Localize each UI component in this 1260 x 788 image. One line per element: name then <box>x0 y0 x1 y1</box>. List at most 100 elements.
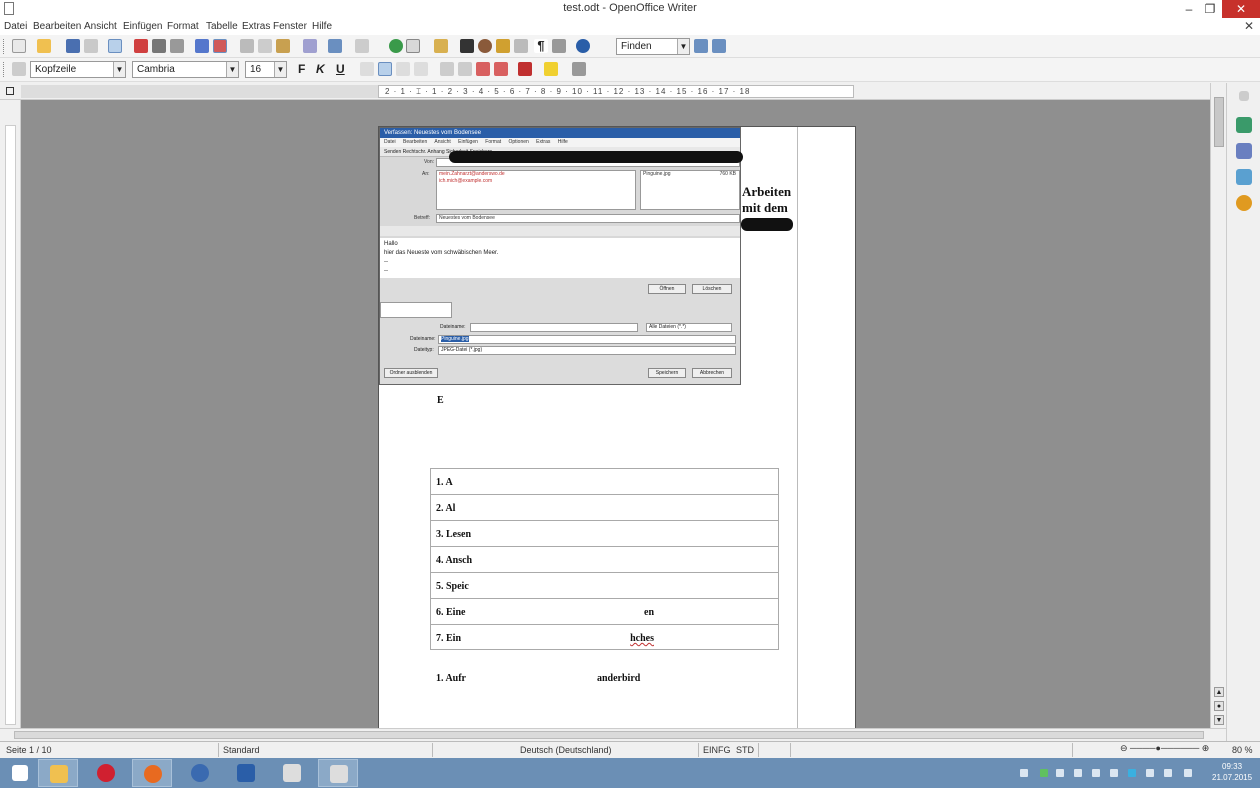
horizontal-scroll-thumb[interactable] <box>14 731 1204 739</box>
volume-icon[interactable] <box>1184 769 1192 777</box>
email-icon[interactable] <box>84 39 98 53</box>
menu-bearbeiten[interactable]: Bearbeiten <box>33 21 81 32</box>
background-color-icon[interactable] <box>572 62 586 76</box>
export-pdf-icon[interactable] <box>134 39 148 53</box>
toolbar-grip-2[interactable] <box>3 62 6 77</box>
highlight-icon[interactable] <box>544 62 558 76</box>
navigator-sidebar-icon[interactable] <box>1236 195 1252 211</box>
close-button[interactable]: ✕ <box>1222 0 1260 18</box>
increase-indent-icon[interactable] <box>494 62 508 76</box>
tab-type-icon[interactable] <box>6 87 14 95</box>
cut-icon[interactable] <box>240 39 254 53</box>
table-icon[interactable] <box>406 39 420 53</box>
embedded-screenshot-image[interactable]: Verfassen: Neuestes vom Bodensee Datei B… <box>379 127 741 385</box>
tray-icon[interactable] <box>1128 769 1136 777</box>
styles-icon[interactable] <box>1236 143 1252 159</box>
properties-icon[interactable] <box>1236 117 1252 133</box>
find-next-icon[interactable] <box>694 39 708 53</box>
vertical-scrollbar[interactable]: ▲ ● ▼ <box>1210 83 1226 728</box>
menu-ansicht[interactable]: Ansicht <box>84 21 117 32</box>
font-name-select[interactable]: Cambria ▼ <box>132 61 239 78</box>
data-sources-icon[interactable] <box>514 39 528 53</box>
toc-row[interactable]: 2. Al <box>430 494 779 520</box>
tray-icon[interactable] <box>1020 769 1028 777</box>
help-icon[interactable] <box>576 39 590 53</box>
taskbar-writer-app[interactable] <box>226 759 266 787</box>
find-dropdown-icon[interactable]: ▼ <box>677 39 689 54</box>
new-document-icon[interactable] <box>12 39 26 53</box>
navigator-icon[interactable] <box>478 39 492 53</box>
toc-row[interactable]: 1. A <box>430 468 779 494</box>
network-icon[interactable] <box>1146 769 1154 777</box>
taskbar-firefox[interactable] <box>132 759 172 787</box>
selection-mode[interactable]: STD <box>736 745 754 755</box>
taskbar-app-red[interactable] <box>86 759 126 787</box>
menu-tabelle[interactable]: Tabelle <box>206 21 238 32</box>
taskbar-thunderbird[interactable] <box>180 759 220 787</box>
decrease-indent-icon[interactable] <box>476 62 490 76</box>
document-workspace[interactable]: Verfassen: Neuestes vom Bodensee Datei B… <box>21 100 1210 728</box>
paragraph-style-dropdown-icon[interactable]: ▼ <box>113 62 125 77</box>
spellcheck-icon[interactable] <box>195 39 209 53</box>
hyperlink-icon[interactable] <box>389 39 403 53</box>
font-size-dropdown-icon[interactable]: ▼ <box>274 62 286 77</box>
document-page[interactable]: Verfassen: Neuestes vom Bodensee Datei B… <box>378 126 856 728</box>
taskbar-document-2[interactable] <box>318 759 358 787</box>
restore-button[interactable]: ❐ <box>1200 0 1220 18</box>
tray-icon[interactable] <box>1110 769 1118 777</box>
save-icon[interactable] <box>66 39 80 53</box>
flag-icon[interactable] <box>1164 769 1172 777</box>
italic-button[interactable]: K <box>316 62 325 76</box>
close-document-icon[interactable]: ✕ <box>1244 19 1254 33</box>
menu-datei[interactable]: Datei <box>4 21 27 32</box>
language-indicator[interactable]: Deutsch (Deutschland) <box>520 745 612 755</box>
tray-icon[interactable] <box>1040 769 1048 777</box>
tray-icon[interactable] <box>1056 769 1064 777</box>
previous-page-button[interactable]: ▲ <box>1214 687 1224 697</box>
align-center-icon[interactable] <box>378 62 392 76</box>
horizontal-scrollbar[interactable] <box>0 728 1226 741</box>
start-button[interactable] <box>0 759 40 787</box>
numbering-icon[interactable] <box>440 62 454 76</box>
taskbar-document-1[interactable] <box>272 759 312 787</box>
edit-mode-icon[interactable] <box>108 39 122 53</box>
underline-button[interactable]: U <box>336 62 345 76</box>
gallery-sidebar-icon[interactable] <box>1236 169 1252 185</box>
zoom-slider[interactable]: ⊖ ────●────── ⊕ <box>1120 743 1209 754</box>
vertical-scroll-thumb[interactable] <box>1214 97 1224 147</box>
styles-formatting-icon[interactable] <box>12 62 26 76</box>
menu-fenster[interactable]: Fenster <box>273 21 307 32</box>
find-previous-icon[interactable] <box>712 39 726 53</box>
align-left-icon[interactable] <box>360 62 374 76</box>
page-indicator[interactable]: Seite 1 / 10 <box>6 745 52 755</box>
tray-icon[interactable] <box>1092 769 1100 777</box>
minimize-button[interactable]: – <box>1178 0 1200 18</box>
zoom-icon[interactable] <box>552 39 566 53</box>
document-heading[interactable]: Arbeiten mit dem <box>742 184 791 216</box>
vertical-ruler[interactable] <box>0 100 21 728</box>
print-icon[interactable] <box>152 39 166 53</box>
find-input[interactable]: Finden ▼ <box>616 38 690 55</box>
zoom-level[interactable]: 80 % <box>1232 745 1253 755</box>
tray-icon[interactable] <box>1074 769 1082 777</box>
find-replace-icon[interactable] <box>460 39 474 53</box>
gallery-icon[interactable] <box>496 39 510 53</box>
sidebar-menu-icon[interactable] <box>1239 91 1249 101</box>
align-right-icon[interactable] <box>396 62 410 76</box>
font-size-select[interactable]: 16 ▼ <box>245 61 287 78</box>
toc-row[interactable]: 3. Lesen <box>430 520 779 546</box>
horizontal-ruler[interactable]: 2 · 1 · ⌶ · 1 · 2 · 3 · 4 · 5 · 6 · 7 · … <box>0 83 1260 100</box>
page-style[interactable]: Standard <box>223 745 260 755</box>
open-folder-icon[interactable] <box>37 39 51 53</box>
menu-hilfe[interactable]: Hilfe <box>312 21 332 32</box>
menu-einfuegen[interactable]: Einfügen <box>123 21 162 32</box>
auto-spellcheck-icon[interactable] <box>213 39 227 53</box>
navigation-icon[interactable]: ● <box>1214 701 1224 711</box>
menu-format[interactable]: Format <box>167 21 199 32</box>
formatting-marks-icon[interactable]: ¶ <box>534 39 548 53</box>
toc-row[interactable]: 7. Ein hches <box>430 624 779 650</box>
next-page-button[interactable]: ▼ <box>1214 715 1224 725</box>
toolbar-grip[interactable] <box>3 39 6 54</box>
toc-row[interactable]: 5. Speic <box>430 572 779 598</box>
font-name-dropdown-icon[interactable]: ▼ <box>226 62 238 77</box>
